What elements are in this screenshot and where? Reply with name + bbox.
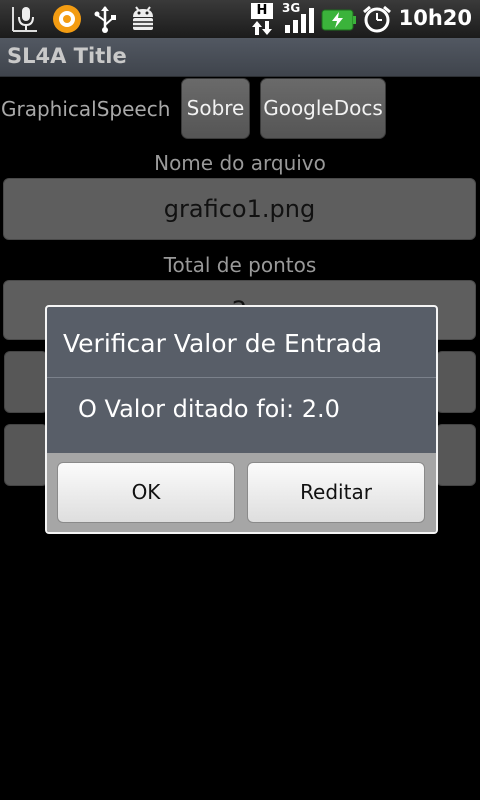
hidden-button-right-2[interactable] [436, 424, 476, 486]
hidden-button-right-1[interactable] [436, 351, 476, 413]
data-arrows-icon [252, 21, 272, 35]
about-button[interactable]: Sobre [181, 78, 250, 139]
usb-icon [94, 6, 116, 33]
title-bar: SL4A Title [0, 38, 480, 77]
window-title: SL4A Title [7, 44, 127, 68]
battery-charging-icon [321, 9, 356, 31]
redo-button[interactable]: Reditar [247, 462, 425, 523]
clock: 10h20 [398, 6, 472, 30]
status-bar: H 3G 10h20 [0, 0, 480, 38]
dialog-button-bar: OK Reditar [47, 453, 436, 532]
alarm-icon [363, 5, 391, 33]
ok-button[interactable]: OK [57, 462, 235, 523]
input-verification-dialog: Verificar Valor de Entrada O Valor ditad… [45, 305, 438, 534]
filename-label: Nome do arquivo [154, 151, 326, 175]
android-debug-icon [133, 6, 153, 30]
app-label: GraphicalSpeech [1, 97, 171, 121]
total-points-label: Total de pontos [163, 253, 317, 277]
data-indicator: H [251, 3, 273, 19]
hidden-button-left-1[interactable] [4, 351, 48, 413]
voice-search-icon [12, 7, 37, 32]
google-docs-button[interactable]: GoogleDocs [260, 78, 386, 139]
filename-input[interactable]: grafico1.png [3, 178, 476, 240]
hidden-button-left-2[interactable] [4, 424, 48, 486]
dialog-title: Verificar Valor de Entrada [63, 329, 383, 358]
signal-icon [285, 8, 314, 33]
dialog-divider [47, 377, 436, 378]
dialog-message: O Valor ditado foi: 2.0 [78, 395, 340, 423]
notification-app-icon [53, 5, 81, 33]
